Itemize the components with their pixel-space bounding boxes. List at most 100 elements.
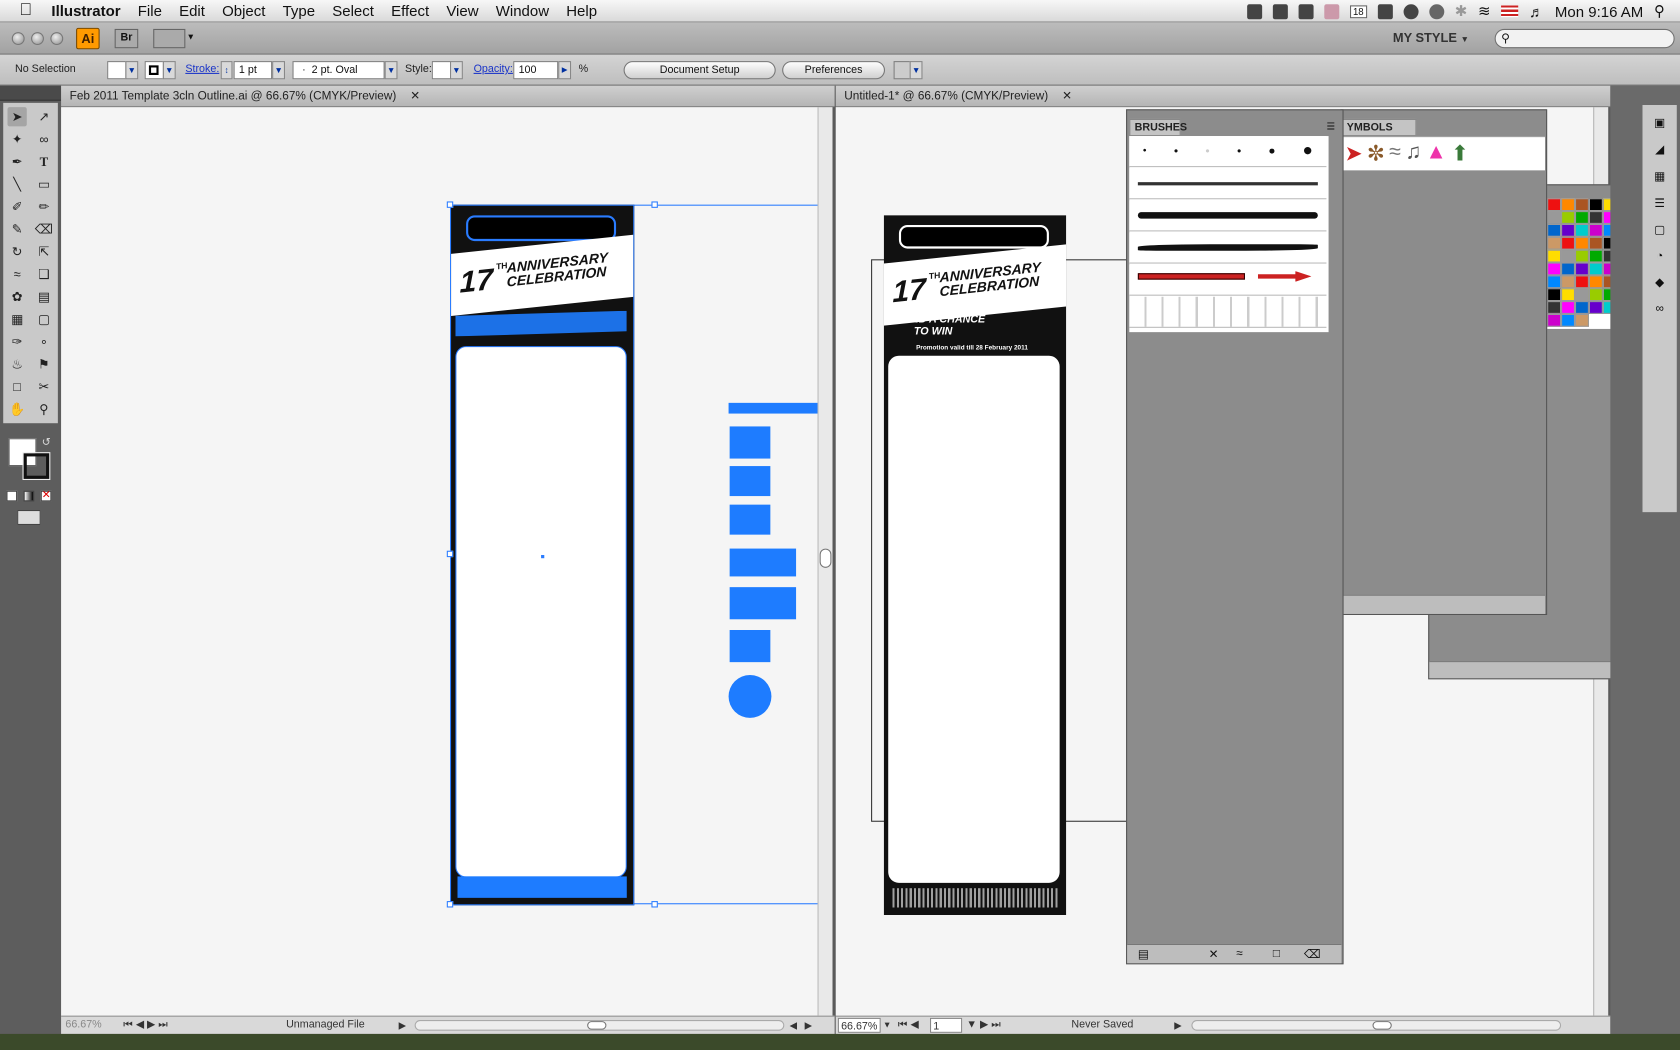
brush-stroke-symbol-icon[interactable]: ≈ [1389, 140, 1401, 167]
horizontal-scrollbar-2[interactable] [1191, 1020, 1562, 1031]
selected-text-object[interactable] [729, 466, 771, 497]
swatch-chip[interactable] [1547, 223, 1562, 237]
brushes-tab[interactable]: BRUSHES [1129, 118, 1187, 136]
hand-tool-icon[interactable]: ✋ [8, 400, 27, 419]
selection-handle[interactable] [446, 901, 454, 908]
panel-menu-icon[interactable]: ☰ [1326, 121, 1335, 133]
swatch-chip[interactable] [1575, 223, 1589, 237]
swatch-chip[interactable] [1547, 249, 1562, 263]
line-tool-icon[interactable]: ╲ [8, 175, 27, 194]
selection-tool-icon[interactable]: ➤ [7, 107, 27, 127]
bluetooth-icon[interactable]: ✱ [1455, 2, 1468, 20]
swatch-chip[interactable] [1588, 198, 1603, 212]
arrange-documents-button[interactable]: ▼ [153, 28, 195, 49]
swatch-chip[interactable] [1561, 211, 1576, 224]
rocket-symbol-icon[interactable]: ➤ [1345, 140, 1363, 167]
opacity-field[interactable]: 100 [513, 61, 559, 80]
rotate-tool-icon[interactable]: ↻ [8, 242, 27, 261]
stroke-weight-field[interactable]: 1 pt [233, 61, 273, 80]
canvas-1[interactable]: 17 TH ANNIVERSARY CELEBRATION [61, 107, 820, 1016]
paintbrush-tool-icon[interactable]: ✐ [8, 197, 27, 216]
horizontal-scrollbar-1[interactable] [414, 1020, 785, 1031]
selected-artwork[interactable]: 17 TH ANNIVERSARY CELEBRATION [450, 204, 635, 906]
eyedropper-tool-icon[interactable]: ✑ [8, 332, 27, 351]
swap-fill-stroke-icon[interactable]: ↺ [42, 437, 51, 449]
brush-dot-icon[interactable]: ● [1237, 147, 1242, 155]
workspace-switcher[interactable]: MY STYLE ▼ [1393, 30, 1469, 45]
blend-tool-icon[interactable]: ∘ [34, 332, 53, 351]
brush-dropdown[interactable]: ▼ [384, 61, 398, 80]
vertical-scrollbar-1[interactable] [817, 107, 833, 1016]
swatch-chip[interactable] [1561, 313, 1576, 327]
lock-icon[interactable] [1377, 3, 1393, 19]
swatch-chip[interactable] [1588, 275, 1603, 289]
pattern-brush-row[interactable] [1129, 264, 1327, 296]
column-graph-tool-icon[interactable]: ▤ [34, 287, 53, 306]
art-brush-row[interactable] [1129, 232, 1327, 264]
menu-edit[interactable]: Edit [171, 2, 214, 19]
selection-handle[interactable] [446, 550, 454, 558]
calendar-icon[interactable]: 18 [1349, 4, 1367, 18]
selection-handle[interactable] [446, 201, 454, 208]
swatch-chip[interactable] [1561, 301, 1576, 314]
artboard-next[interactable]: ▼ ▶ ⏭ [966, 1017, 1000, 1034]
status-menu-arrow-icon[interactable]: ▶ [1174, 1017, 1181, 1034]
status-menu-arrow-icon[interactable]: ▶ [399, 1017, 406, 1034]
document-tab-1[interactable]: Feb 2011 Template 3cln Outline.ai @ 66.6… [61, 85, 835, 108]
brush-dot-icon[interactable]: ● [1205, 147, 1210, 155]
preferences-button[interactable]: Preferences [782, 61, 886, 80]
selected-text-object[interactable] [729, 630, 771, 663]
stroke-stepper[interactable]: ↕ [220, 61, 233, 80]
lasso-tool-icon[interactable]: ∞ [34, 130, 53, 149]
graphic-style-dropdown[interactable]: ▼ [450, 61, 463, 80]
menu-view[interactable]: View [438, 2, 487, 19]
rectangle-tool-icon[interactable]: ▭ [34, 175, 53, 194]
swatch-chip[interactable] [1547, 262, 1562, 276]
document-tab-2[interactable]: Untitled-1* @ 66.67% (CMYK/Preview) ✕ [835, 85, 1611, 108]
brush-dot-icon[interactable]: ● [1174, 147, 1179, 155]
scroll-left-icon[interactable]: ◀ [790, 1017, 797, 1034]
remove-brush-stroke-icon[interactable]: ✕ [1209, 947, 1219, 961]
trumpet-symbol-icon[interactable]: ♫ [1405, 140, 1421, 167]
gradient-mode-icon[interactable] [23, 490, 35, 502]
calligraphic-brushes[interactable]: ● ● ● ● ● ● [1129, 136, 1327, 168]
close-tab-icon[interactable]: ✕ [410, 90, 420, 103]
pen-icon[interactable] [1298, 3, 1314, 19]
flag-icon[interactable] [1246, 3, 1262, 19]
brush-dot-icon[interactable]: ● [1268, 145, 1275, 158]
help-search-input[interactable]: ⚲ [1494, 28, 1675, 49]
swatch-chip[interactable] [1561, 249, 1576, 263]
selected-text-object[interactable] [729, 587, 797, 620]
selected-text-object[interactable] [729, 426, 771, 459]
menu-select[interactable]: Select [324, 2, 383, 19]
selection-options-dropdown[interactable]: ▼ [909, 61, 923, 80]
eraser-tool-icon[interactable]: ⌫ [34, 220, 53, 239]
magic-wand-tool-icon[interactable]: ✦ [8, 130, 27, 149]
drawing-mode-icon[interactable] [17, 510, 41, 526]
menu-type[interactable]: Type [274, 2, 324, 19]
swatch-chip[interactable] [1561, 262, 1576, 276]
new-brush-icon[interactable]: □ [1273, 947, 1280, 960]
brush-options-icon[interactable]: ≈ [1236, 947, 1242, 960]
transparency-panel-icon[interactable]: ▢ [1654, 223, 1665, 237]
swatch-chip[interactable] [1575, 249, 1589, 263]
layers-panel-icon[interactable]: ◆ [1655, 275, 1664, 289]
selected-text-object[interactable] [729, 548, 797, 577]
selected-text-object[interactable] [729, 504, 771, 535]
arrow-up-symbol-icon[interactable]: ⬆ [1451, 140, 1469, 167]
links-panel-icon[interactable]: ∞ [1655, 302, 1663, 315]
document-setup-button[interactable]: Document Setup [623, 61, 776, 80]
zoom-window-button[interactable] [50, 32, 64, 46]
scroll-thumb[interactable] [819, 548, 832, 568]
artboard-number-field[interactable]: 1 [930, 1017, 963, 1033]
slice-tool-icon[interactable]: ✂ [34, 377, 53, 396]
swatch-chip[interactable] [1588, 301, 1603, 314]
stack-icon[interactable] [1272, 3, 1288, 19]
stroke-dropdown[interactable]: ▼ [162, 61, 176, 80]
swatch-chip[interactable] [1575, 211, 1589, 224]
volume-icon[interactable]: ♬ [1529, 3, 1544, 20]
warp-tool-icon[interactable]: ≈ [8, 265, 27, 284]
art-brush-row[interactable] [1129, 168, 1327, 200]
brush-dot-icon[interactable]: ● [1303, 141, 1313, 160]
apple-menu-icon[interactable]:  [0, 1, 43, 20]
